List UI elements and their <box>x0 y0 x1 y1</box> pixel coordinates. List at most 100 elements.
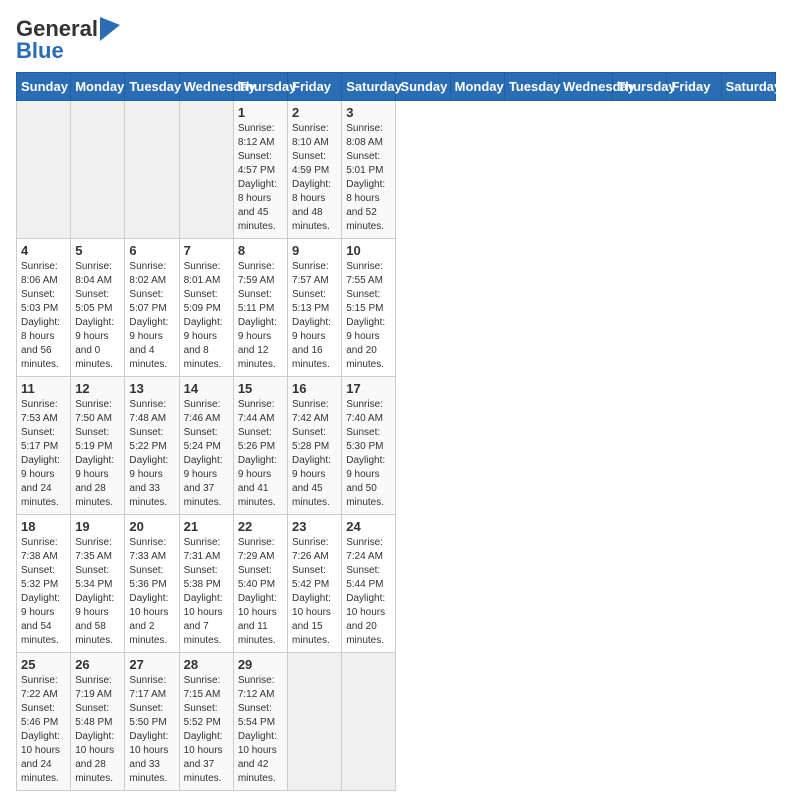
calendar-cell: 12 Sunrise: 7:50 AMSunset: 5:19 PMDayligh… <box>71 377 125 515</box>
day-content: Sunrise: 7:12 AMSunset: 5:54 PMDaylight:… <box>238 674 283 786</box>
day-content: Sunrise: 8:12 AMSunset: 4:57 PMDaylight:… <box>238 122 283 234</box>
calendar-week-row: 4Sunrise: 8:06 AMSunset: 5:03 PMDaylight… <box>17 239 776 377</box>
calendar-cell <box>342 653 396 791</box>
day-number: 27 <box>129 657 174 672</box>
calendar-cell: 13 Sunrise: 7:48 AMSunset: 5:22 PMDayligh… <box>125 377 179 515</box>
calendar-cell <box>125 101 179 239</box>
day-header-tuesday: Tuesday <box>125 73 179 101</box>
day-content: Sunrise: 8:04 AMSunset: 5:05 PMDaylight:… <box>75 260 120 372</box>
weekday-header-thursday: Thursday <box>613 73 667 101</box>
day-number: 25 <box>21 657 66 672</box>
calendar-cell: 1 Sunrise: 8:12 AMSunset: 4:57 PMDaylight… <box>233 101 287 239</box>
calendar-cell: 2 Sunrise: 8:10 AMSunset: 4:59 PMDaylight… <box>288 101 342 239</box>
day-number: 7 <box>184 243 229 258</box>
day-number: 10 <box>346 243 391 258</box>
day-content: Sunrise: 8:10 AMSunset: 4:59 PMDaylight:… <box>292 122 337 234</box>
weekday-header-saturday: Saturday <box>721 73 775 101</box>
weekday-header-monday: Monday <box>450 73 504 101</box>
calendar-cell: 8 Sunrise: 7:59 AMSunset: 5:11 PMDaylight… <box>233 239 287 377</box>
calendar-cell: 4Sunrise: 8:06 AMSunset: 5:03 PMDaylight… <box>17 239 71 377</box>
weekday-header-tuesday: Tuesday <box>504 73 558 101</box>
day-number: 9 <box>292 243 337 258</box>
weekday-header-friday: Friday <box>667 73 721 101</box>
day-number: 14 <box>184 381 229 396</box>
calendar-cell: 22Sunrise: 7:29 AMSunset: 5:40 PMDayligh… <box>233 515 287 653</box>
logo-icon <box>100 17 120 41</box>
day-number: 2 <box>292 105 337 120</box>
calendar-cell: 11 Sunrise: 7:53 AMSunset: 5:17 PMDayligh… <box>17 377 71 515</box>
day-number: 6 <box>129 243 174 258</box>
calendar-cell: 21Sunrise: 7:31 AMSunset: 5:38 PMDayligh… <box>179 515 233 653</box>
calendar-cell <box>288 653 342 791</box>
day-number: 3 <box>346 105 391 120</box>
day-content: Sunrise: 7:50 AMSunset: 5:19 PMDaylight:… <box>75 398 120 510</box>
weekday-header-wednesday: Wednesday <box>559 73 613 101</box>
day-content: Sunrise: 7:15 AMSunset: 5:52 PMDaylight:… <box>184 674 229 786</box>
page-header: General Blue <box>16 16 776 64</box>
day-header-saturday: Saturday <box>342 73 396 101</box>
calendar-cell: 7 Sunrise: 8:01 AMSunset: 5:09 PMDaylight… <box>179 239 233 377</box>
calendar-week-row: 25 Sunrise: 7:22 AMSunset: 5:46 PMDayligh… <box>17 653 776 791</box>
calendar-cell <box>179 101 233 239</box>
day-header-thursday: Thursday <box>233 73 287 101</box>
calendar-cell: 19Sunrise: 7:35 AMSunset: 5:34 PMDayligh… <box>71 515 125 653</box>
weekday-header-sunday: Sunday <box>396 73 450 101</box>
day-header-sunday: Sunday <box>17 73 71 101</box>
calendar-cell <box>17 101 71 239</box>
calendar-cell: 20Sunrise: 7:33 AMSunset: 5:36 PMDayligh… <box>125 515 179 653</box>
day-header-wednesday: Wednesday <box>179 73 233 101</box>
day-content: Sunrise: 8:08 AMSunset: 5:01 PMDaylight:… <box>346 122 391 234</box>
calendar-week-row: 11 Sunrise: 7:53 AMSunset: 5:17 PMDayligh… <box>17 377 776 515</box>
day-number: 29 <box>238 657 283 672</box>
day-content: Sunrise: 8:02 AMSunset: 5:07 PMDaylight:… <box>129 260 174 372</box>
calendar-cell: 29 Sunrise: 7:12 AMSunset: 5:54 PMDayligh… <box>233 653 287 791</box>
day-number: 1 <box>238 105 283 120</box>
calendar-cell: 9Sunrise: 7:57 AMSunset: 5:13 PMDaylight… <box>288 239 342 377</box>
calendar-cell: 24Sunrise: 7:24 AMSunset: 5:44 PMDayligh… <box>342 515 396 653</box>
day-content: Sunrise: 8:06 AMSunset: 5:03 PMDaylight:… <box>21 260 66 372</box>
calendar-cell: 15Sunrise: 7:44 AMSunset: 5:26 PMDayligh… <box>233 377 287 515</box>
day-content: Sunrise: 7:55 AMSunset: 5:15 PMDaylight:… <box>346 260 391 372</box>
day-number: 11 <box>21 381 66 396</box>
day-content: Sunrise: 7:59 AMSunset: 5:11 PMDaylight:… <box>238 260 283 372</box>
day-content: Sunrise: 7:40 AMSunset: 5:30 PMDaylight:… <box>346 398 391 510</box>
day-content: Sunrise: 7:38 AMSunset: 5:32 PMDaylight:… <box>21 536 66 648</box>
day-number: 12 <box>75 381 120 396</box>
calendar-cell: 25 Sunrise: 7:22 AMSunset: 5:46 PMDayligh… <box>17 653 71 791</box>
calendar-table: SundayMondayTuesdayWednesdayThursdayFrid… <box>16 72 776 791</box>
day-content: Sunrise: 7:22 AMSunset: 5:46 PMDaylight:… <box>21 674 66 786</box>
calendar-cell: 10 Sunrise: 7:55 AMSunset: 5:15 PMDayligh… <box>342 239 396 377</box>
day-number: 19 <box>75 519 120 534</box>
day-header-monday: Monday <box>71 73 125 101</box>
calendar-cell: 6 Sunrise: 8:02 AMSunset: 5:07 PMDaylight… <box>125 239 179 377</box>
day-content: Sunrise: 7:48 AMSunset: 5:22 PMDaylight:… <box>129 398 174 510</box>
day-content: Sunrise: 7:42 AMSunset: 5:28 PMDaylight:… <box>292 398 337 510</box>
calendar-cell: 23Sunrise: 7:26 AMSunset: 5:42 PMDayligh… <box>288 515 342 653</box>
day-number: 18 <box>21 519 66 534</box>
day-number: 26 <box>75 657 120 672</box>
day-number: 20 <box>129 519 174 534</box>
day-number: 8 <box>238 243 283 258</box>
day-number: 24 <box>346 519 391 534</box>
calendar-cell <box>71 101 125 239</box>
calendar-cell: 5 Sunrise: 8:04 AMSunset: 5:05 PMDaylight… <box>71 239 125 377</box>
day-number: 5 <box>75 243 120 258</box>
day-content: Sunrise: 7:19 AMSunset: 5:48 PMDaylight:… <box>75 674 120 786</box>
day-number: 13 <box>129 381 174 396</box>
day-content: Sunrise: 7:17 AMSunset: 5:50 PMDaylight:… <box>129 674 174 786</box>
day-content: Sunrise: 8:01 AMSunset: 5:09 PMDaylight:… <box>184 260 229 372</box>
calendar-cell: 14 Sunrise: 7:46 AMSunset: 5:24 PMDayligh… <box>179 377 233 515</box>
calendar-week-row: 18 Sunrise: 7:38 AMSunset: 5:32 PMDayligh… <box>17 515 776 653</box>
calendar-cell: 28 Sunrise: 7:15 AMSunset: 5:52 PMDayligh… <box>179 653 233 791</box>
calendar-week-row: 1 Sunrise: 8:12 AMSunset: 4:57 PMDaylight… <box>17 101 776 239</box>
day-number: 17 <box>346 381 391 396</box>
day-header-friday: Friday <box>288 73 342 101</box>
calendar-cell: 3 Sunrise: 8:08 AMSunset: 5:01 PMDaylight… <box>342 101 396 239</box>
calendar-cell: 17 Sunrise: 7:40 AMSunset: 5:30 PMDayligh… <box>342 377 396 515</box>
day-content: Sunrise: 7:46 AMSunset: 5:24 PMDaylight:… <box>184 398 229 510</box>
day-number: 15 <box>238 381 283 396</box>
day-content: Sunrise: 7:53 AMSunset: 5:17 PMDaylight:… <box>21 398 66 510</box>
day-number: 28 <box>184 657 229 672</box>
day-content: Sunrise: 7:29 AMSunset: 5:40 PMDaylight:… <box>238 536 283 648</box>
day-number: 16 <box>292 381 337 396</box>
